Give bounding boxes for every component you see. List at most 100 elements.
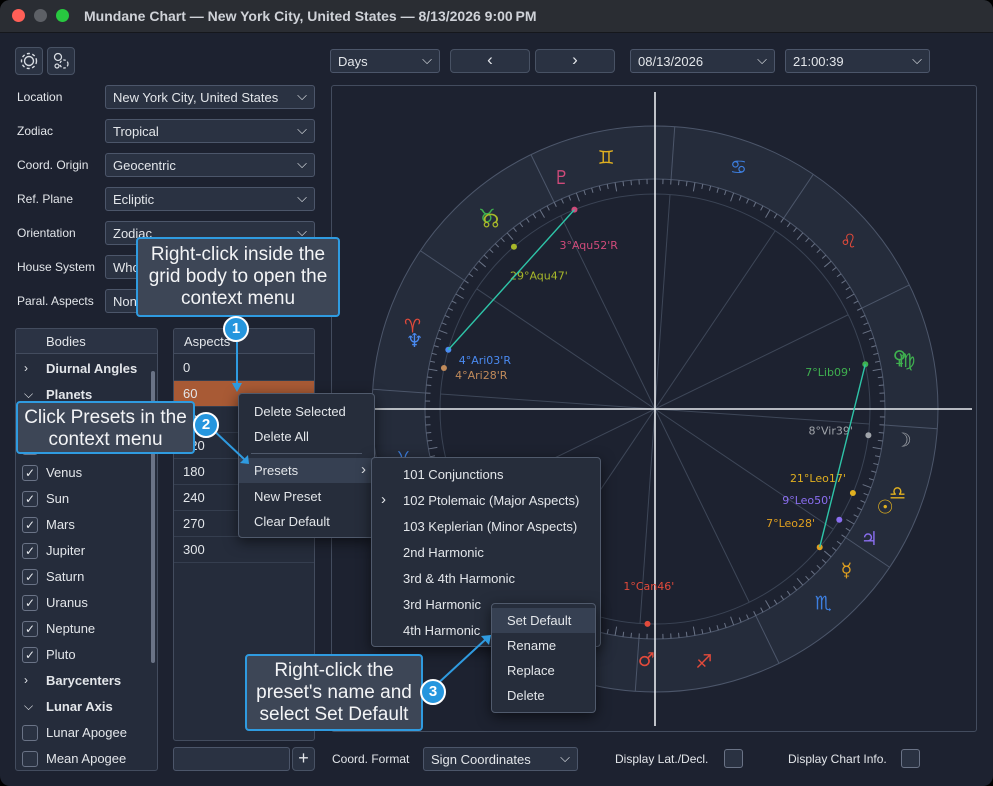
bodies-item-label: Diurnal Angles <box>46 361 138 376</box>
checkbox[interactable]: ✓ <box>22 621 38 637</box>
chevron-down-icon[interactable]: ⌵ <box>24 387 33 402</box>
preset-action-label: Set Default <box>507 613 572 628</box>
chevron-down-icon: ⌵ <box>560 750 570 765</box>
step-back-button[interactable]: ‹ <box>450 49 530 73</box>
chevron-right-icon[interactable]: › <box>24 361 28 375</box>
bodies-item-label: Sun <box>46 491 70 506</box>
preset-item[interactable]: 102 Ptolemaic (Major Aspects) › <box>372 488 600 513</box>
bodies-group[interactable]: ⌵ Lunar Axis <box>16 694 157 720</box>
coord-origin-value: Geocentric <box>113 158 176 173</box>
bodies-item[interactable]: ✓ Jupiter <box>16 538 157 564</box>
app-window: Mundane Chart — New York City, United St… <box>0 0 993 786</box>
checkbox[interactable]: ✓ <box>22 647 38 663</box>
house-system-label: House System <box>17 260 96 274</box>
bodies-item-label: Jupiter <box>46 543 86 558</box>
preset-item[interactable]: 103 Keplerian (Minor Aspects) <box>372 514 600 539</box>
zoom-window-button[interactable] <box>56 9 69 22</box>
display-latdecl-checkbox[interactable] <box>724 749 743 768</box>
display-chart-info-checkbox[interactable] <box>901 749 920 768</box>
chevron-left-icon: ‹ <box>487 50 493 69</box>
bodies-item[interactable]: ✓ Pluto <box>16 642 157 668</box>
planet-marker <box>440 364 447 371</box>
bodies-item[interactable]: ✓ Lunar Apogee <box>16 720 157 746</box>
aspect-entry-input[interactable] <box>173 747 290 771</box>
bodies-item-label: Pluto <box>46 647 76 662</box>
bodies-item[interactable]: ✓ Neptune <box>16 616 157 642</box>
chevron-down-icon: ⌵ <box>297 190 307 205</box>
bodies-item-label: Barycenters <box>46 673 122 688</box>
preset-item[interactable]: 101 Conjunctions <box>372 462 600 487</box>
planet-glyph: ♇ <box>553 167 570 189</box>
planet-position-label: 7°Leo28' <box>766 517 815 530</box>
checkbox[interactable]: ✓ <box>22 569 38 585</box>
degree-tick <box>426 432 432 434</box>
title-bar: Mundane Chart — New York City, United St… <box>0 0 993 33</box>
chevron-down-icon: ⌵ <box>297 88 307 103</box>
bodies-group[interactable]: › Barycenters <box>16 668 157 694</box>
bodies-item[interactable]: ✓ Uranus <box>16 590 157 616</box>
planet-position-label: 4°Ari28'R <box>455 369 508 382</box>
bodies-item[interactable]: ✓ Saturn <box>16 564 157 590</box>
step-unit-value: Days <box>338 54 368 69</box>
preset-item[interactable]: 2nd Harmonic <box>372 540 600 565</box>
chevron-down-icon: ⌵ <box>422 52 432 67</box>
menu-item-new-preset[interactable]: New Preset <box>239 484 374 509</box>
bodies-item-label: Mean Apogee <box>46 751 127 766</box>
aspect-value: 60 <box>183 386 198 401</box>
settings-button[interactable] <box>15 47 43 75</box>
checkbox[interactable]: ✓ <box>22 543 38 559</box>
zodiac-select[interactable]: Tropical ⌵ <box>105 119 315 143</box>
zodiac-sign-glyph: ♌ <box>840 231 857 253</box>
close-window-button[interactable] <box>12 9 25 22</box>
bodies-item[interactable]: ✓ Venus <box>16 460 157 486</box>
date-value: 08/13/2026 <box>638 54 704 69</box>
planet-marker <box>644 620 651 627</box>
aspect-value: 300 <box>183 542 205 557</box>
menu-item-clear-default[interactable]: Clear Default <box>239 509 374 534</box>
ref-plane-select[interactable]: Ecliptic ⌵ <box>105 187 315 211</box>
planet-glyph: ♃ <box>861 528 878 550</box>
bodies-item[interactable]: ✓ Mean Apogee <box>16 746 157 770</box>
checkbox[interactable]: ✓ <box>22 517 38 533</box>
step-unit-select[interactable]: Days ⌵ <box>330 49 440 73</box>
checkbox[interactable]: ✓ <box>22 751 38 767</box>
location-select[interactable]: New York City, United States ⌵ <box>105 85 315 109</box>
checkbox[interactable]: ✓ <box>22 725 38 741</box>
bodies-group[interactable]: › Diurnal Angles <box>16 356 157 382</box>
paral-aspects-label: Paral. Aspects <box>17 294 94 308</box>
checkbox[interactable]: ✓ <box>22 491 38 507</box>
checkbox[interactable]: ✓ <box>22 595 38 611</box>
preset-item-label: 2nd Harmonic <box>403 545 484 560</box>
chevron-down-icon[interactable]: ⌵ <box>24 699 33 714</box>
bodies-item[interactable]: ✓ Mars <box>16 512 157 538</box>
date-picker[interactable]: 08/13/2026 ⌵ <box>630 49 775 73</box>
bodies-item[interactable]: ✓ Sun <box>16 486 157 512</box>
degree-tick <box>427 439 433 442</box>
preset-action-item[interactable]: Set Default <box>492 608 595 633</box>
coord-origin-select[interactable]: Geocentric ⌵ <box>105 153 315 177</box>
coord-format-select[interactable]: Sign Coordinates ⌵ <box>423 747 578 771</box>
aspect-value: 240 <box>183 490 205 505</box>
checkbox[interactable]: ✓ <box>22 465 38 481</box>
aspect-row[interactable]: 300 <box>174 537 314 563</box>
chevron-right-icon[interactable]: › <box>24 673 28 687</box>
preset-action-item[interactable]: Rename <box>492 633 595 658</box>
preset-item-label: 102 Ptolemaic (Major Aspects) <box>403 493 580 508</box>
degree-tick <box>877 439 883 442</box>
chevron-right-icon: › <box>381 491 386 508</box>
minimize-window-button[interactable] <box>34 9 47 22</box>
planet-glyph: ♀ <box>893 347 907 369</box>
time-picker[interactable]: 21:00:39 ⌵ <box>785 49 930 73</box>
preset-item[interactable]: 3rd & 4th Harmonic <box>372 566 600 591</box>
preset-action-label: Replace <box>507 663 555 678</box>
bodies-item-label: Uranus <box>46 595 88 610</box>
step-forward-button[interactable]: › <box>535 49 615 73</box>
zodiac-sign-glyph: ♋ <box>730 156 747 178</box>
bodies-item-label: Lunar Apogee <box>46 725 127 740</box>
preset-action-item[interactable]: Delete <box>492 683 595 708</box>
tools-button[interactable] <box>47 47 75 75</box>
add-aspect-button[interactable]: + <box>292 747 315 771</box>
preset-action-item[interactable]: Replace <box>492 658 595 683</box>
planet-position-label: 9°Leo50' <box>782 494 831 507</box>
step-badge-2: 2 <box>193 412 219 438</box>
